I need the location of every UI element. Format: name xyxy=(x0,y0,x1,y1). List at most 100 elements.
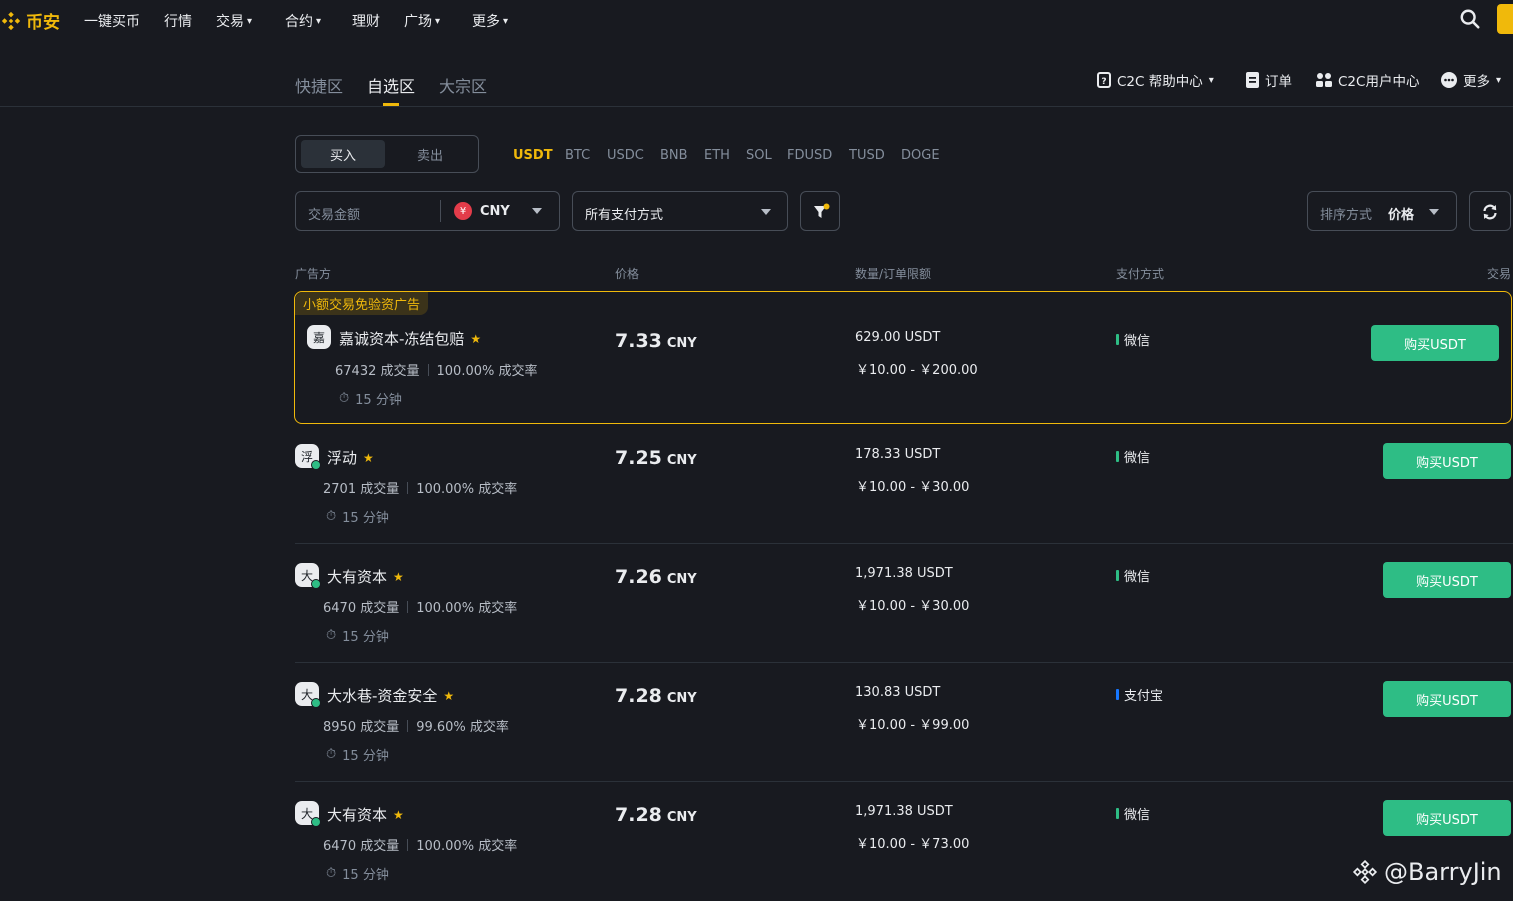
buy-usdt-button[interactable]: 购买USDT xyxy=(1383,443,1511,479)
online-status-dot xyxy=(311,817,321,827)
column-header-advertiser: 广告方 xyxy=(295,267,332,281)
merchant-stats: 6470 成交量 100.00% 成交率 xyxy=(323,597,517,616)
order-count: 8950 成交量 xyxy=(323,720,400,735)
filter-button[interactable] xyxy=(800,191,840,231)
nav-item-earn[interactable]: 理财 xyxy=(352,11,380,31)
avatar[interactable]: 浮 xyxy=(295,444,321,470)
payment-time: ⏱ 15 分钟 xyxy=(326,507,389,526)
merchant-name[interactable]: 嘉诚资本-冻结包赔 ★ xyxy=(339,328,481,349)
logo-text: 币安 xyxy=(26,13,60,33)
coin-tab-sol[interactable]: SOL xyxy=(746,148,772,163)
c2c-user-center-link[interactable]: C2C用户中心 xyxy=(1316,70,1419,90)
nav-item-futures[interactable]: 合约 ▾ xyxy=(285,11,321,31)
price-value: 7.28 xyxy=(615,804,662,826)
search-icon[interactable] xyxy=(1459,8,1481,30)
price-currency: CNY xyxy=(666,572,697,587)
nav-item-square[interactable]: 广场 ▾ xyxy=(404,11,440,31)
coin-tab-btc[interactable]: BTC xyxy=(565,148,590,163)
binance-logo-icon xyxy=(1,11,21,30)
sell-tab[interactable]: 卖出 xyxy=(388,140,472,168)
tab-express[interactable]: 快捷区 xyxy=(295,73,343,97)
caret-down-icon xyxy=(1429,209,1439,215)
payment-method: 微信 xyxy=(1116,566,1150,585)
nav-item-trade[interactable]: 交易 ▾ xyxy=(216,11,252,31)
merchant-name-text: 嘉诚资本-冻结包赔 xyxy=(339,330,465,348)
order-limit: ￥10.00 - ￥30.00 xyxy=(856,480,970,495)
avatar[interactable]: 大 xyxy=(295,682,321,708)
completion-rate: 99.60% 成交率 xyxy=(416,720,509,735)
available-amount: 629.00 USDT xyxy=(855,330,941,345)
help-doc-icon: ? xyxy=(1097,72,1111,88)
coin-tab-doge[interactable]: DOGE xyxy=(901,148,940,163)
merchant-name[interactable]: 浮动 ★ xyxy=(327,447,374,468)
nav-item-more[interactable]: 更多 ▾ xyxy=(472,11,508,31)
completion-rate: 100.00% 成交率 xyxy=(416,839,518,854)
avatar[interactable]: 大 xyxy=(295,801,321,827)
payment-time: ⏱ 15 分钟 xyxy=(326,864,389,883)
payment-label: 支付宝 xyxy=(1124,689,1164,704)
coin-tab-usdt[interactable]: USDT xyxy=(513,148,553,163)
payment-label: 微信 xyxy=(1124,808,1151,823)
available-amount: 178.33 USDT xyxy=(855,447,941,462)
p2p-subheader: 快捷区 自选区 大宗区 ? C2C 帮助中心 ▾ 订单 C2C用户中心 更多 ▾ xyxy=(0,56,1513,107)
merchant-name-text: 大水巷-资金安全 xyxy=(327,687,438,705)
top-nav: 币安 一键买币 行情 交易 ▾ 合约 ▾ 理财 广场 ▾ 更多 ▾ xyxy=(0,0,1513,40)
payment-time: ⏱ 15 分钟 xyxy=(339,389,402,408)
time-text: 15 分钟 xyxy=(342,630,389,645)
account-button[interactable] xyxy=(1497,4,1513,34)
svg-text:?: ? xyxy=(1101,77,1106,87)
merchant-stats: 6470 成交量 100.00% 成交率 xyxy=(323,835,517,854)
chevron-down-icon: ▾ xyxy=(247,15,253,27)
coin-tab-usdc[interactable]: USDC xyxy=(607,148,644,163)
buy-tab[interactable]: 买入 xyxy=(301,140,385,168)
price-value: 7.25 xyxy=(615,447,662,469)
coin-tab-eth[interactable]: ETH xyxy=(704,148,730,163)
timer-icon: ⏱ xyxy=(326,509,337,524)
amount-input[interactable]: 交易金额 xyxy=(308,204,360,223)
orders-link[interactable]: 订单 xyxy=(1246,70,1292,90)
nav-label: 合约 xyxy=(285,14,313,30)
merchant-name[interactable]: 大有资本 ★ xyxy=(327,566,404,587)
timer-icon: ⏱ xyxy=(326,866,337,881)
verified-badge-icon: ★ xyxy=(393,807,404,822)
refresh-button[interactable] xyxy=(1469,191,1511,231)
merchant-name-text: 大有资本 xyxy=(327,806,388,824)
completion-rate: 100.00% 成交率 xyxy=(436,364,538,379)
link-label: 订单 xyxy=(1265,74,1292,90)
merchant-name-text: 浮动 xyxy=(327,449,358,467)
coin-tab-bnb[interactable]: BNB xyxy=(660,148,688,163)
avatar[interactable]: 大 xyxy=(295,563,321,589)
tab-p2p[interactable]: 自选区 xyxy=(367,73,415,97)
avatar-initial: 嘉 xyxy=(312,330,325,345)
column-header-amount: 数量/订单限额 xyxy=(855,267,932,281)
price-value: 7.33 xyxy=(615,330,662,352)
order-count: 6470 成交量 xyxy=(323,839,400,854)
nav-item-markets[interactable]: 行情 xyxy=(164,11,192,31)
coin-tab-fdusd[interactable]: FDUSD xyxy=(787,148,832,163)
binance-logo[interactable]: 币安 xyxy=(0,8,60,33)
buy-usdt-button[interactable]: 购买USDT xyxy=(1383,681,1511,717)
buy-usdt-button[interactable]: 购买USDT xyxy=(1383,562,1511,598)
online-status-dot xyxy=(311,579,321,589)
avatar[interactable]: 嘉 xyxy=(307,325,331,349)
payment-method: 微信 xyxy=(1116,447,1150,466)
sort-select[interactable]: 排序方式 价格 xyxy=(1307,191,1457,231)
merchant-name[interactable]: 大有资本 ★ xyxy=(327,804,404,825)
payment-method: 微信 xyxy=(1116,804,1150,823)
filter-icon xyxy=(814,203,830,218)
more-menu-link[interactable]: 更多 ▾ xyxy=(1441,70,1501,90)
buy-usdt-button[interactable]: 购买USDT xyxy=(1371,325,1499,361)
payment-method-select[interactable]: 所有支付方式 xyxy=(572,191,788,231)
currency-select[interactable]: ¥ CNY xyxy=(454,202,542,220)
order-count: 6470 成交量 xyxy=(323,601,400,616)
price-currency: CNY xyxy=(666,691,697,706)
nav-label: 交易 xyxy=(216,14,244,30)
online-status-dot xyxy=(311,460,321,470)
tab-block[interactable]: 大宗区 xyxy=(439,73,487,97)
coin-tab-tusd[interactable]: TUSD xyxy=(849,148,885,163)
c2c-help-center-link[interactable]: ? C2C 帮助中心 ▾ xyxy=(1097,70,1214,90)
nav-item-quick-buy[interactable]: 一键买币 xyxy=(84,11,140,31)
buy-usdt-button[interactable]: 购买USDT xyxy=(1383,800,1511,836)
merchant-name[interactable]: 大水巷-资金安全 ★ xyxy=(327,685,454,706)
price: 7.28 CNY xyxy=(615,804,697,826)
